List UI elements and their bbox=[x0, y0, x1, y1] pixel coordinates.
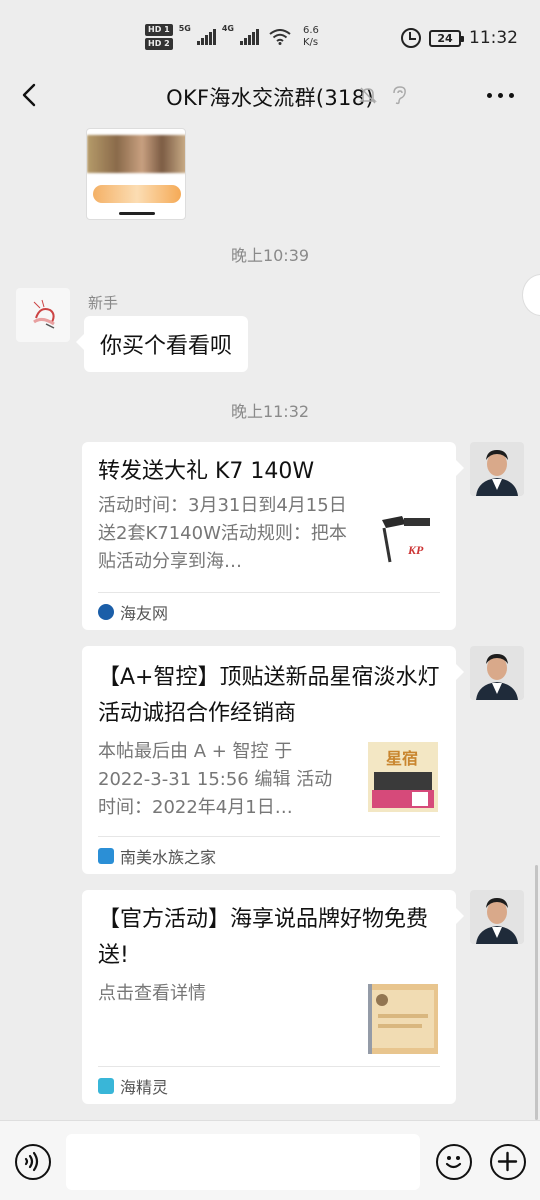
card-description: 点击查看详情 bbox=[98, 983, 206, 1004]
more-horizontal-icon[interactable] bbox=[487, 93, 514, 98]
promo-image: 星宿 bbox=[368, 742, 438, 812]
card-source: 南美水族之家 bbox=[98, 844, 216, 868]
image-preview bbox=[87, 135, 185, 173]
wifi-icon bbox=[269, 29, 291, 45]
network-speed: 6.6 K/s bbox=[303, 25, 319, 49]
card-description: 活动时间：3月31日到4月15日送2套K7140W活动规则：把本贴活动分享到海… bbox=[98, 495, 347, 572]
chat-title: OKF海水交流群(318) bbox=[166, 86, 374, 110]
input-bar bbox=[0, 1120, 540, 1200]
card-divider bbox=[98, 1066, 440, 1067]
card-title: 【A+智控】顶贴送新品星宿淡水灯活动诚招合作经销商 bbox=[98, 665, 440, 726]
sender-name: 新手 bbox=[88, 294, 119, 312]
svg-text:KP: KP bbox=[407, 543, 424, 557]
card-title: 转发送大礼 K7 140W bbox=[98, 459, 315, 484]
speed-value: 6.6 bbox=[302, 25, 319, 36]
source-name: 南美水族之家 bbox=[120, 848, 217, 867]
source-icon bbox=[98, 604, 114, 620]
alarm-icon bbox=[401, 28, 421, 48]
link-card[interactable]: 【官方活动】海享说品牌好物免费送! 点击查看详情 海精灵 bbox=[82, 890, 464, 1104]
image-preview-bar bbox=[119, 212, 155, 215]
source-icon bbox=[98, 1078, 114, 1094]
aquarium-light-image: KP bbox=[368, 502, 438, 572]
signal-icon bbox=[196, 29, 216, 45]
card-thumbnail: KP bbox=[368, 502, 438, 572]
bell-off-icon bbox=[359, 87, 377, 104]
status-left: HD 1 HD 2 5G 4G 6.6 K/s bbox=[145, 24, 319, 50]
voice-icon[interactable] bbox=[15, 1144, 51, 1180]
card-source: 海精灵 bbox=[98, 1074, 168, 1098]
title-status-icons bbox=[358, 85, 408, 105]
shared-image-message[interactable] bbox=[86, 128, 186, 220]
chat-messages[interactable]: 晚上10:39 新手 你买个看看呗 晚上11:32 转发送大礼 K7 140W … bbox=[0, 124, 540, 1120]
person-avatar-icon bbox=[470, 890, 524, 944]
source-name: 海精灵 bbox=[120, 1078, 169, 1097]
hd-indicators: HD 1 HD 2 bbox=[145, 24, 173, 50]
speed-unit: K/s bbox=[302, 37, 319, 48]
card-divider bbox=[98, 836, 440, 837]
card-thumbnail bbox=[368, 984, 438, 1054]
scrollbar[interactable] bbox=[535, 865, 538, 1120]
clock: 11:32 bbox=[469, 28, 518, 48]
source-name: 海友网 bbox=[120, 604, 169, 623]
shrimp-avatar-icon bbox=[33, 299, 55, 329]
timestamp: 晚上10:39 bbox=[230, 246, 310, 265]
promo-image-blurred bbox=[368, 984, 438, 1054]
thumb-label: 星宿 bbox=[386, 749, 418, 768]
hd1-badge: HD 1 bbox=[145, 24, 173, 36]
message-bubble[interactable]: 你买个看看呗 bbox=[75, 316, 249, 372]
card-source: 海友网 bbox=[98, 600, 168, 624]
avatar[interactable] bbox=[16, 288, 70, 342]
floating-side-bubble[interactable] bbox=[522, 274, 540, 316]
battery-icon: 24 bbox=[429, 29, 464, 47]
avatar[interactable] bbox=[470, 646, 524, 700]
network-type-1: 5G bbox=[178, 24, 191, 33]
person-avatar-icon bbox=[470, 442, 524, 496]
status-right: 24 11:32 bbox=[401, 28, 518, 48]
emoji-icon[interactable] bbox=[436, 1144, 472, 1180]
chat-header: OKF海水交流群(318) bbox=[0, 68, 540, 124]
link-card[interactable]: 【A+智控】顶贴送新品星宿淡水灯活动诚招合作经销商 本帖最后由 A + 智控 于… bbox=[82, 646, 464, 874]
ear-icon bbox=[393, 86, 406, 105]
signal-icon-2 bbox=[239, 29, 259, 45]
card-description: 本帖最后由 A + 智控 于 2022-3-31 15:56 编辑 活动时间：2… bbox=[98, 741, 333, 818]
card-divider bbox=[98, 592, 440, 593]
avatar[interactable] bbox=[470, 442, 524, 496]
person-avatar-icon bbox=[470, 646, 524, 700]
card-title: 【官方活动】海享说品牌好物免费送! bbox=[98, 907, 429, 968]
network-type-2: 4G bbox=[221, 24, 234, 33]
avatar[interactable] bbox=[470, 890, 524, 944]
source-icon bbox=[98, 848, 114, 864]
plus-circle-icon[interactable] bbox=[490, 1144, 526, 1180]
card-thumbnail: 星宿 bbox=[368, 742, 438, 812]
message-input[interactable] bbox=[66, 1134, 420, 1190]
image-preview-strip bbox=[93, 185, 181, 203]
link-card[interactable]: 转发送大礼 K7 140W 活动时间：3月31日到4月15日送2套K7140W活… bbox=[82, 442, 464, 630]
timestamp: 晚上11:32 bbox=[230, 402, 310, 421]
hd2-badge: HD 2 bbox=[145, 38, 173, 50]
